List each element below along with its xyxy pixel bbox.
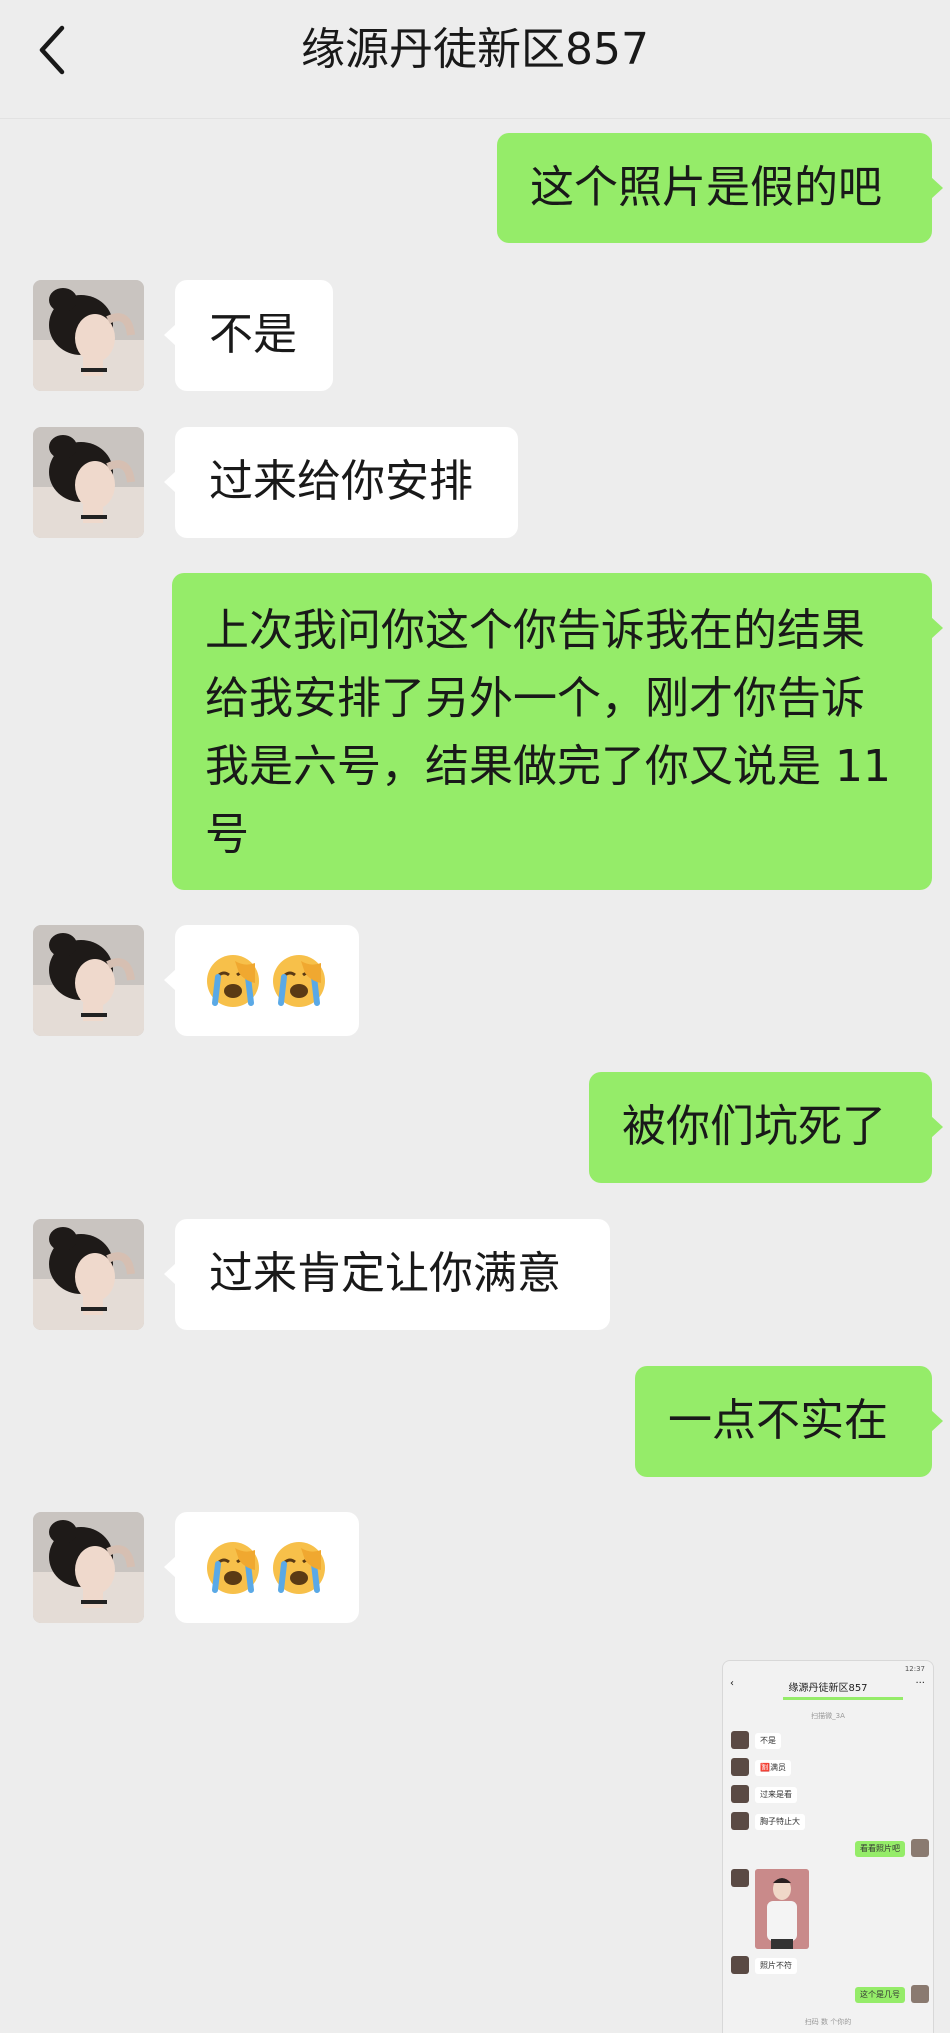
thumb-avatar <box>731 1731 749 1749</box>
thumb-avatar <box>731 1869 749 1887</box>
sent-message[interactable]: 这个照片是假的吧 <box>497 133 943 243</box>
loudly-crying-face-icon <box>207 1541 259 1594</box>
sent-message[interactable]: 一点不实在 <box>635 1366 943 1477</box>
avatar-photo <box>33 1219 144 1330</box>
avatar-photo <box>33 1512 144 1623</box>
thumb-title: 缘源丹徒新区857 <box>788 1683 868 1694</box>
message-line: 上次我问你这个你告诉我在的结果 <box>205 605 865 656</box>
loudly-crying-face-icon <box>207 954 259 1007</box>
thumb-bubble: 胸子特止大 <box>755 1814 805 1830</box>
thumb-status-bar: 12:37 <box>723 1665 933 1675</box>
received-emoji-message[interactable] <box>164 925 359 1036</box>
received-emoji-message[interactable] <box>164 1512 359 1623</box>
thumb-photo <box>755 1869 809 1949</box>
thumb-avatar <box>731 1956 749 1974</box>
loudly-crying-face-icon <box>273 1541 325 1594</box>
thumb-bubble: 不是 <box>755 1733 781 1749</box>
thumb-avatar <box>731 1785 749 1803</box>
chat-header: 缘源丹徒新区857 <box>0 0 950 119</box>
sent-message[interactable]: 上次我问你这个你告诉我在的结果 给我安排了另外一个，刚才你告诉 我是六号，结果做… <box>172 573 943 890</box>
contact-avatar[interactable] <box>33 427 144 538</box>
thumb-avatar-self <box>911 1985 929 2003</box>
thumb-green-bar <box>783 1697 903 1700</box>
thumb-bubble: 照片不符 <box>755 1958 797 1974</box>
avatar-photo <box>33 427 144 538</box>
thumb-time: 12:37 <box>904 1665 925 1673</box>
contact-avatar[interactable] <box>33 1219 144 1330</box>
thumb-avatar <box>731 1758 749 1776</box>
received-message[interactable]: 不是 <box>164 280 333 391</box>
thumb-bubble: 看看照片吧 <box>855 1841 905 1857</box>
thumb-bubble: 🈹满员 <box>755 1760 791 1776</box>
received-message[interactable]: 过来肯定让你满意 <box>164 1219 610 1330</box>
message-line: 号 <box>205 809 249 860</box>
thumb-more-icon: ··· <box>915 1678 925 1689</box>
thumb-bubble: 过来是看 <box>755 1787 797 1803</box>
thumb-bubble: 这个是几号 <box>855 1987 905 2003</box>
chat-title: 缘源丹徒新区857 <box>301 24 649 75</box>
thumb-avatar-self <box>911 1839 929 1857</box>
message-line: 我是六号，结果做完了你又说是 11 <box>205 741 891 792</box>
avatar-photo <box>33 925 144 1036</box>
contact-avatar[interactable] <box>33 280 144 391</box>
thumb-avatar <box>731 1812 749 1830</box>
contact-avatar[interactable] <box>33 1512 144 1623</box>
received-message[interactable]: 过来给你安排 <box>164 427 518 538</box>
loudly-crying-face-icon <box>273 954 325 1007</box>
message-line: 给我安排了另外一个，刚才你告诉 <box>205 673 865 724</box>
screenshot-image-message[interactable]: 12:37 ‹ 缘源丹徒新区857 ··· 扫描微_3A 不是 🈹满员 过来是看… <box>722 1660 934 2033</box>
thumb-note: 扫描微_3A <box>811 1712 845 1720</box>
contact-avatar[interactable] <box>33 925 144 1036</box>
avatar-photo <box>33 280 144 391</box>
sent-message[interactable]: 被你们坑死了 <box>589 1072 943 1183</box>
thumb-person-photo <box>755 1869 809 1949</box>
thumb-note: 扫码 数 个你的 <box>804 2018 852 2026</box>
